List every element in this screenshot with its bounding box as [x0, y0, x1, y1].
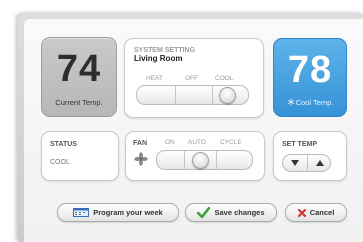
system-setting-card: SYSTEM SETTING Living Room HEAT OFF COOL	[124, 38, 264, 118]
close-icon	[297, 208, 306, 217]
set-temp-card: SET TEMP	[273, 131, 347, 181]
segment-divider	[212, 86, 213, 104]
mode-label-heat: HEAT	[146, 75, 163, 82]
status-card: STATUS COOL	[41, 131, 119, 181]
status-value: COOL	[50, 159, 70, 166]
program-week-label: Program your week	[93, 208, 163, 217]
calendar-icon	[73, 208, 90, 217]
mode-label-off: OFF	[185, 75, 198, 82]
mode-label-cool: COOL	[215, 75, 234, 82]
cool-temp-value: 78	[287, 49, 333, 91]
segment-divider	[184, 151, 185, 169]
save-changes-label: Save changes	[214, 208, 265, 217]
system-setting-title: SYSTEM SETTING	[134, 47, 196, 54]
cancel-button[interactable]: Cancel	[285, 203, 347, 222]
system-mode-knob[interactable]	[219, 87, 236, 104]
room-name: Living Room	[134, 54, 183, 63]
segment-divider	[175, 86, 176, 104]
save-changes-button[interactable]: Save changes	[185, 203, 277, 222]
fan-icon	[134, 152, 148, 166]
set-temp-stepper	[282, 154, 331, 172]
current-temp-card: 74 Current Temp.	[41, 37, 117, 117]
fan-mode-switch[interactable]	[156, 150, 253, 170]
program-week-button[interactable]: Program your week	[57, 203, 179, 222]
fan-card: FAN ON AUTO CYCLE	[125, 131, 265, 181]
cool-temp-caption: Cool Temp.	[274, 98, 346, 107]
set-temp-title: SET TEMP	[282, 141, 318, 148]
cancel-label: Cancel	[309, 208, 335, 217]
cool-temp-card[interactable]: 78 Cool Temp.	[273, 38, 347, 117]
current-temp-label: Current Temp.	[55, 98, 103, 107]
temp-up-button[interactable]	[308, 155, 331, 171]
fan-mode-knob[interactable]	[192, 152, 209, 169]
segment-divider	[216, 151, 217, 169]
fan-title: FAN	[133, 140, 147, 147]
fan-label-cycle: CYCLE	[220, 139, 242, 146]
checkmark-icon	[197, 207, 211, 218]
temp-down-button[interactable]	[283, 155, 307, 171]
fan-label-auto: AUTO	[188, 139, 206, 146]
snowflake-icon	[287, 98, 294, 106]
up-arrow-icon	[315, 160, 324, 166]
fan-label-on: ON	[165, 139, 175, 146]
system-mode-switch[interactable]	[136, 85, 249, 105]
status-title: STATUS	[50, 141, 77, 148]
down-arrow-icon	[291, 160, 299, 166]
current-temp-value: 74	[56, 48, 102, 90]
system-setting-header: SYSTEM SETTING Living Room	[134, 47, 195, 63]
cool-temp-label: Cool Temp.	[295, 98, 334, 107]
